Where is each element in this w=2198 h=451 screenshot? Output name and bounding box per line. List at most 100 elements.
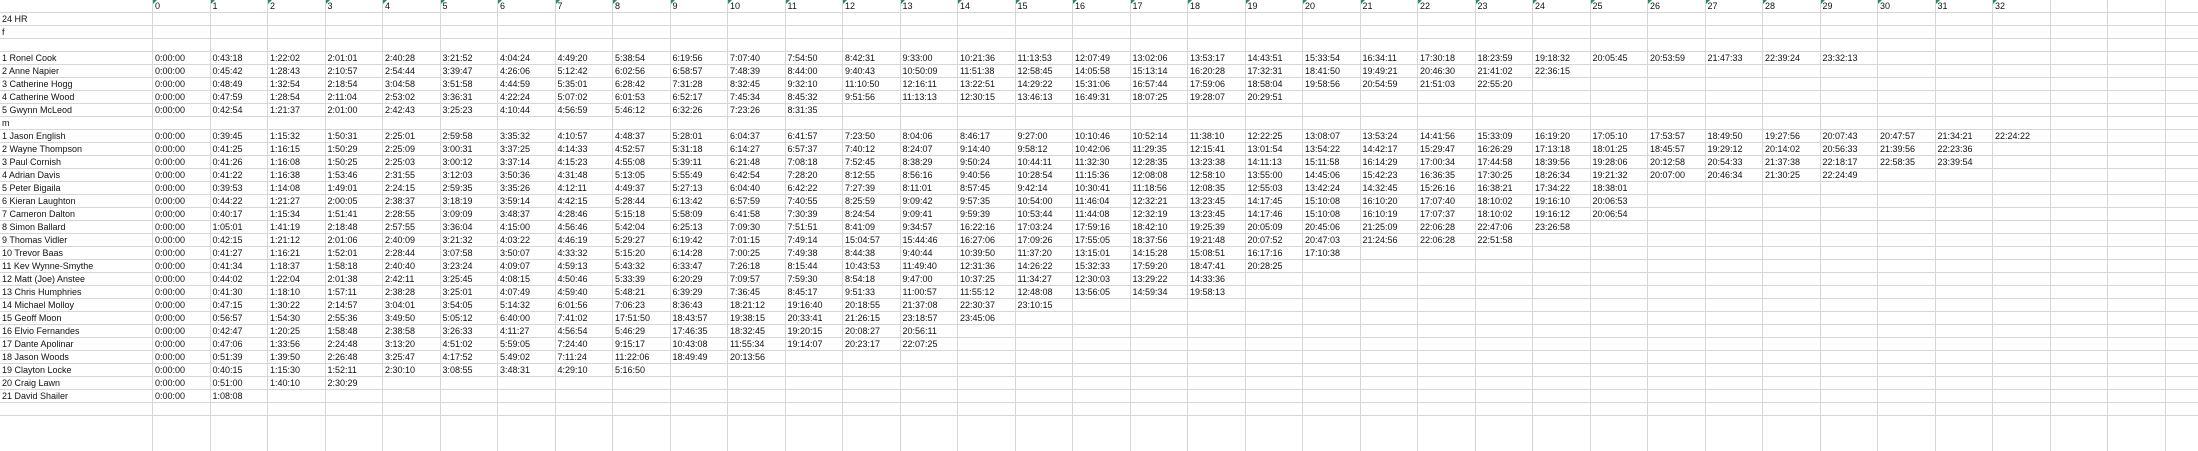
lap-time-cell[interactable]: 0:00:00 xyxy=(153,364,185,376)
lap-time-cell[interactable]: 20:47:57 xyxy=(1878,130,1915,142)
lap-time-cell[interactable]: 18:07:25 xyxy=(1131,91,1168,103)
lap-time-cell[interactable]: 0:00:00 xyxy=(153,390,185,402)
lap-time-cell[interactable]: 8:42:31 xyxy=(843,52,875,64)
lap-time-cell[interactable]: 5:28:44 xyxy=(613,195,645,207)
lap-time-cell[interactable]: 19:28:06 xyxy=(1591,156,1628,168)
lap-time-cell[interactable]: 17:59:06 xyxy=(1188,78,1225,90)
lap-time-cell[interactable]: 17:10:38 xyxy=(1303,247,1340,259)
lap-time-cell[interactable]: 3:35:26 xyxy=(498,182,530,194)
lap-time-cell[interactable]: 19:29:12 xyxy=(1706,143,1743,155)
lap-time-cell[interactable]: 18:10:02 xyxy=(1476,195,1513,207)
lap-time-cell[interactable]: 6:19:42 xyxy=(671,234,703,246)
lap-time-cell[interactable]: 9:09:41 xyxy=(901,208,933,220)
lap-time-cell[interactable]: 5:43:32 xyxy=(613,260,645,272)
lap-time-cell[interactable]: 8:38:29 xyxy=(901,156,933,168)
lap-time-cell[interactable]: 4:29:10 xyxy=(556,364,588,376)
lap-time-cell[interactable]: 0:00:00 xyxy=(153,130,185,142)
lap-time-cell[interactable]: 18:23:59 xyxy=(1476,52,1513,64)
lap-time-cell[interactable]: 5:05:12 xyxy=(441,312,473,324)
lap-time-cell[interactable]: 18:49:49 xyxy=(671,351,708,363)
rider-name[interactable]: 11 Kev Wynne-Smythe xyxy=(0,260,93,272)
lap-time-cell[interactable]: 6:52:17 xyxy=(671,91,703,103)
lap-time-cell[interactable]: 18:58:04 xyxy=(1246,78,1283,90)
lap-time-cell[interactable]: 22:06:28 xyxy=(1418,234,1455,246)
lap-time-cell[interactable]: 18:42:10 xyxy=(1131,221,1168,233)
lap-time-cell[interactable]: 1:18:10 xyxy=(268,286,300,298)
lap-time-cell[interactable]: 2:18:48 xyxy=(326,221,358,233)
lap-time-cell[interactable]: 20:54:59 xyxy=(1361,78,1398,90)
lap-number-header[interactable]: 30 xyxy=(1878,0,1890,12)
lap-time-cell[interactable]: 6:13:42 xyxy=(671,195,703,207)
lap-time-cell[interactable]: 7:00:25 xyxy=(728,247,760,259)
lap-time-cell[interactable]: 2:25:09 xyxy=(383,143,415,155)
rider-name[interactable]: 3 Paul Cornish xyxy=(0,156,61,168)
lap-time-cell[interactable]: 20:46:34 xyxy=(1706,169,1743,181)
lap-time-cell[interactable]: 0:41:26 xyxy=(211,156,243,168)
lap-time-cell[interactable]: 3:25:01 xyxy=(441,286,473,298)
lap-time-cell[interactable]: 5:58:09 xyxy=(671,208,703,220)
lap-time-cell[interactable]: 19:21:32 xyxy=(1591,169,1628,181)
lap-time-cell[interactable]: 8:11:01 xyxy=(901,182,932,194)
lap-time-cell[interactable]: 14:11:13 xyxy=(1246,156,1282,168)
lap-time-cell[interactable]: 14:45:06 xyxy=(1303,169,1340,181)
lap-time-cell[interactable]: 2:24:48 xyxy=(326,338,358,350)
lap-time-cell[interactable]: 17:05:10 xyxy=(1591,130,1628,142)
lap-time-cell[interactable]: 1:08:08 xyxy=(211,390,243,402)
lap-time-cell[interactable]: 3:25:23 xyxy=(441,104,473,116)
lap-time-cell[interactable]: 1:15:32 xyxy=(268,130,300,142)
lap-number-header[interactable]: 5 xyxy=(440,0,448,12)
lap-time-cell[interactable]: 2:26:48 xyxy=(326,351,358,363)
rider-name[interactable]: 5 Gwynn McLeod xyxy=(0,104,72,116)
lap-time-cell[interactable]: 11:22:06 xyxy=(613,351,649,363)
lap-time-cell[interactable]: 1:51:41 xyxy=(326,208,358,220)
lap-time-cell[interactable]: 2:30:10 xyxy=(383,364,415,376)
lap-time-cell[interactable]: 4:22:24 xyxy=(498,91,530,103)
lap-time-cell[interactable]: 6:28:42 xyxy=(613,78,645,90)
lap-time-cell[interactable]: 21:25:09 xyxy=(1361,221,1398,233)
lap-time-cell[interactable]: 12:58:45 xyxy=(1016,65,1053,77)
lap-time-cell[interactable]: 3:59:14 xyxy=(498,195,530,207)
lap-time-cell[interactable]: 6:04:40 xyxy=(728,182,760,194)
lap-time-cell[interactable]: 14:17:46 xyxy=(1246,208,1283,220)
lap-time-cell[interactable]: 10:53:44 xyxy=(1016,208,1053,220)
lap-time-cell[interactable]: 21:24:56 xyxy=(1361,234,1398,246)
lap-time-cell[interactable]: 5:28:01 xyxy=(671,130,703,142)
lap-time-cell[interactable]: 4:09:07 xyxy=(498,260,530,272)
lap-time-cell[interactable]: 22:39:24 xyxy=(1763,52,1800,64)
lap-time-cell[interactable]: 19:49:21 xyxy=(1361,65,1398,77)
lap-time-cell[interactable]: 2:00:05 xyxy=(326,195,358,207)
lap-time-cell[interactable]: 8:41:09 xyxy=(843,221,875,233)
lap-time-cell[interactable]: 19:14:07 xyxy=(786,338,823,350)
lap-time-cell[interactable]: 6:21:48 xyxy=(728,156,760,168)
lap-time-cell[interactable]: 2:42:43 xyxy=(383,104,415,116)
lap-time-cell[interactable]: 1:21:12 xyxy=(268,234,300,246)
lap-time-cell[interactable]: 5:59:05 xyxy=(498,338,530,350)
lap-time-cell[interactable]: 12:07:49 xyxy=(1073,52,1110,64)
lap-time-cell[interactable]: 3:36:31 xyxy=(441,91,473,103)
lap-time-cell[interactable]: 13:23:38 xyxy=(1188,156,1225,168)
lap-time-cell[interactable]: 12:30:03 xyxy=(1073,273,1110,285)
lap-time-cell[interactable]: 20:07:00 xyxy=(1648,169,1685,181)
lap-time-cell[interactable]: 2:42:11 xyxy=(383,273,414,285)
lap-time-cell[interactable]: 2:24:15 xyxy=(383,182,415,194)
lap-time-cell[interactable]: 18:32:45 xyxy=(728,325,765,337)
lap-time-cell[interactable]: 12:48:08 xyxy=(1016,286,1053,298)
rider-name[interactable]: 12 Matt (Joe) Anstee xyxy=(0,273,85,285)
lap-time-cell[interactable]: 1:57:11 xyxy=(326,286,357,298)
lap-time-cell[interactable]: 18:01:25 xyxy=(1591,143,1628,155)
lap-time-cell[interactable]: 15:42:23 xyxy=(1361,169,1398,181)
lap-time-cell[interactable]: 16:36:35 xyxy=(1418,169,1455,181)
lap-time-cell[interactable]: 0:00:00 xyxy=(153,169,185,181)
lap-time-cell[interactable]: 4:42:15 xyxy=(556,195,588,207)
lap-time-cell[interactable]: 22:24:49 xyxy=(1821,169,1858,181)
lap-time-cell[interactable]: 4:44:59 xyxy=(498,78,530,90)
rider-name[interactable]: 6 Kieran Laughton xyxy=(0,195,76,207)
lap-time-cell[interactable]: 7:59:30 xyxy=(786,273,818,285)
lap-number-header[interactable]: 31 xyxy=(1935,0,1948,12)
lap-time-cell[interactable]: 2:53:02 xyxy=(383,91,415,103)
lap-number-header[interactable]: 9 xyxy=(670,0,678,12)
lap-time-cell[interactable]: 1:50:31 xyxy=(326,130,358,142)
lap-time-cell[interactable]: 11:34:27 xyxy=(1016,273,1052,285)
lap-time-cell[interactable]: 12:32:19 xyxy=(1131,208,1168,220)
lap-time-cell[interactable]: 2:38:28 xyxy=(383,286,415,298)
